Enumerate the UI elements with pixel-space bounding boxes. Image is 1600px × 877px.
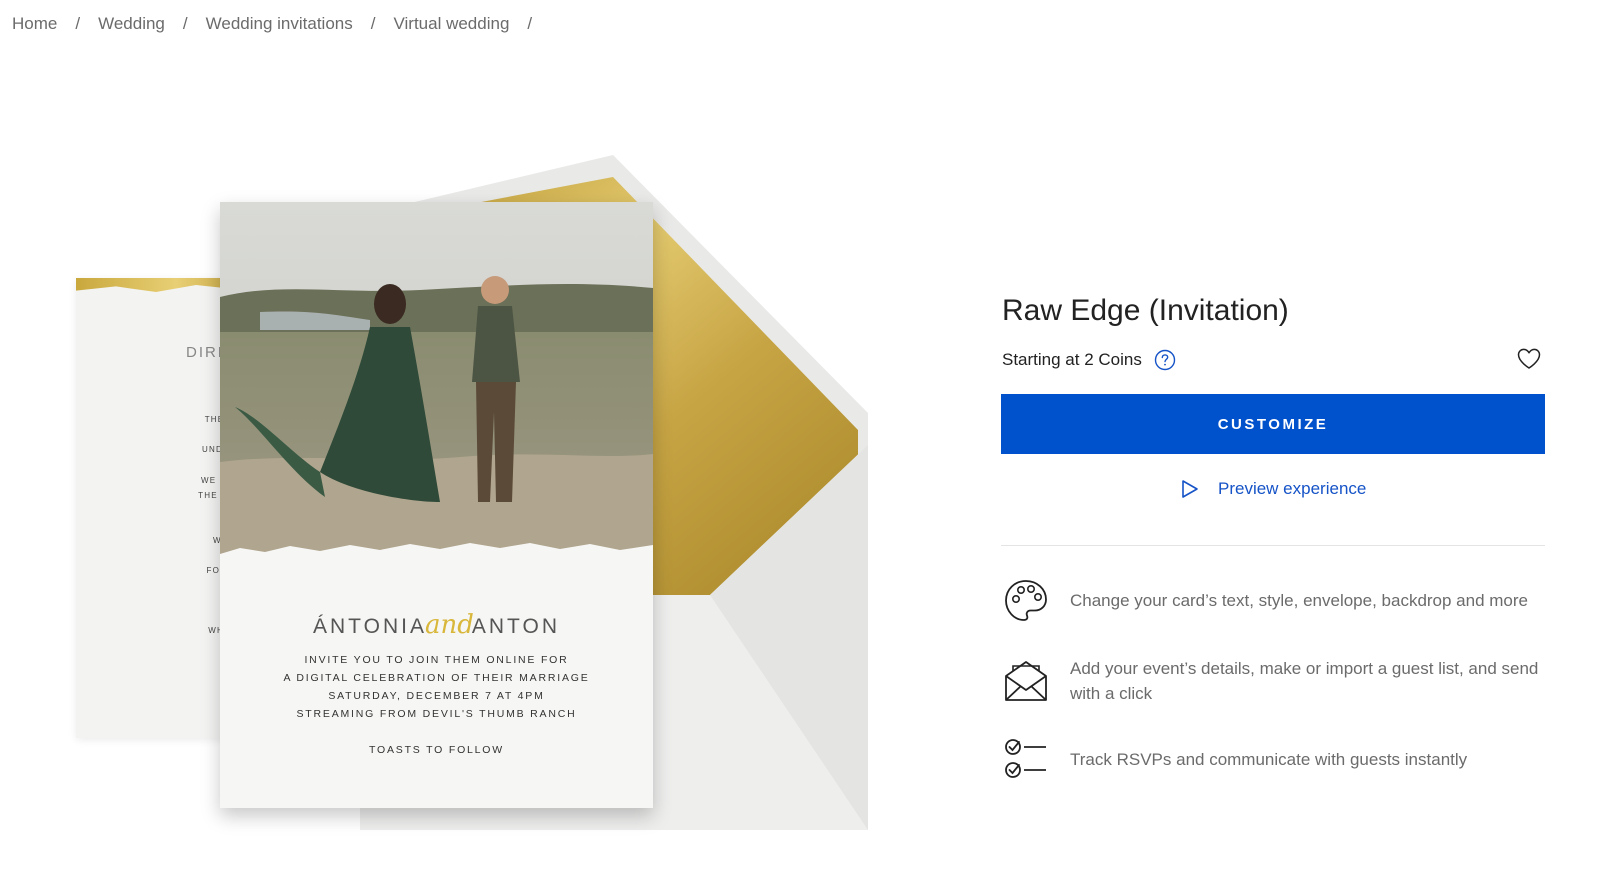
- invitation-line: A DIGITAL CELEBRATION OF THEIR MARRIAGE: [283, 672, 590, 684]
- feature-text: Add your event’s details, make or import…: [1070, 659, 1539, 703]
- product-image: DIRE YOU ARE THE LIVESTRE BY KINDLY UNDE…: [0, 60, 960, 877]
- preview-label: Preview experience: [1218, 479, 1367, 498]
- breadcrumb-separator: /: [75, 14, 81, 33]
- feature-item-customize: Change your card’s text, style, envelope…: [1002, 577, 1550, 625]
- name-and: and: [424, 610, 474, 640]
- breadcrumb-separator: /: [182, 14, 188, 33]
- feature-item-track: Track RSVPs and communicate with guests …: [1002, 736, 1550, 784]
- product-title: Raw Edge (Invitation): [1002, 294, 1289, 327]
- play-outline-icon: [1182, 480, 1198, 498]
- price-row: Starting at 2 Coins: [1002, 349, 1176, 371]
- price-text: Starting at 2 Coins: [1002, 350, 1142, 369]
- name-left: ÁNTONIA: [313, 615, 427, 638]
- breadcrumb-virtual-wedding[interactable]: Virtual wedding: [393, 14, 509, 34]
- couple-photo: [220, 202, 653, 562]
- invitation-front-card: ÁNTONIAandANTON INVITE YOU TO JOIN THEM …: [220, 202, 653, 808]
- breadcrumb-wedding-invitations[interactable]: Wedding invitations: [206, 14, 353, 34]
- envelope-open-icon: [1005, 661, 1047, 701]
- preview-experience-link[interactable]: Preview experience: [1180, 478, 1366, 500]
- couple-names: ÁNTONIAandANTON: [220, 610, 653, 640]
- breadcrumb-separator: /: [527, 14, 533, 33]
- feature-text: Change your card’s text, style, envelope…: [1070, 591, 1529, 610]
- breadcrumb-wedding[interactable]: Wedding: [98, 14, 165, 34]
- breadcrumb: Home / Wedding / Wedding invitations / V…: [12, 14, 550, 34]
- feature-item-send: Add your event’s details, make or import…: [1002, 656, 1550, 706]
- name-right: ANTON: [471, 615, 560, 638]
- heart-outline-icon[interactable]: [1516, 346, 1542, 372]
- invitation-line: TOASTS TO FOLLOW: [369, 744, 504, 756]
- question-circle-icon[interactable]: [1154, 349, 1176, 371]
- invitation-line: INVITE YOU TO JOIN THEM ONLINE FOR: [304, 654, 569, 666]
- breadcrumb-home[interactable]: Home: [12, 14, 57, 34]
- invitation-line: SATURDAY, DECEMBER 7 AT 4PM: [328, 690, 545, 702]
- customize-button[interactable]: CUSTOMIZE: [1001, 394, 1545, 454]
- feature-text: Track RSVPs and communicate with guests …: [1070, 750, 1468, 769]
- invitation-line: STREAMING FROM DEVIL'S THUMB RANCH: [296, 708, 577, 720]
- breadcrumb-separator: /: [370, 14, 376, 33]
- checklist-icon: [1005, 739, 1046, 778]
- divider: [1001, 545, 1545, 546]
- palette-icon: [1005, 580, 1047, 621]
